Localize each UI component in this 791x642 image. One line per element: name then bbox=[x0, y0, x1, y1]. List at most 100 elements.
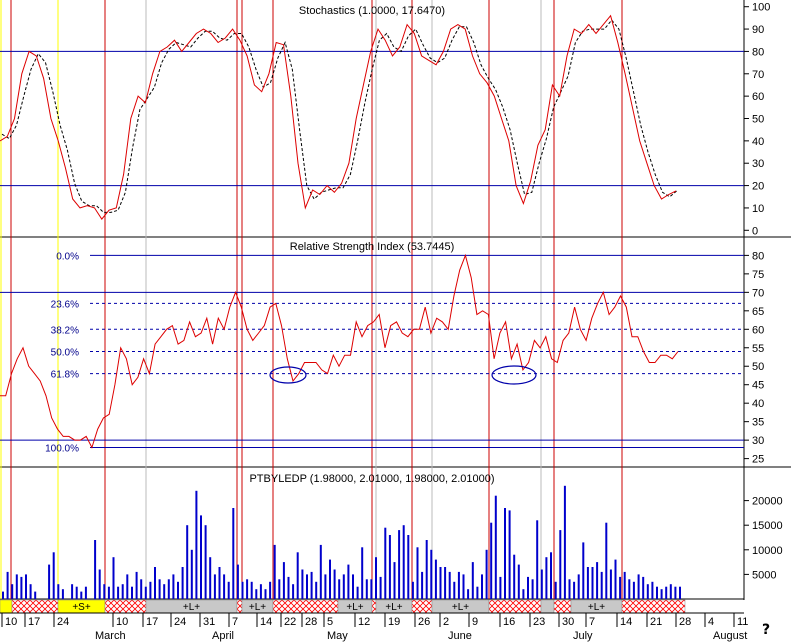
volume-bar bbox=[2, 591, 4, 599]
volume-bar bbox=[596, 562, 599, 599]
panel-frames bbox=[0, 0, 791, 600]
volume-bar bbox=[453, 581, 456, 599]
volume-bar bbox=[370, 579, 373, 599]
volume-bar bbox=[632, 581, 635, 599]
fib-label: 61.8% bbox=[51, 370, 79, 381]
date-tick-label: 19 bbox=[388, 616, 400, 628]
volume-bar bbox=[209, 557, 212, 599]
volume-bar bbox=[577, 574, 580, 599]
signal-segment bbox=[488, 599, 542, 614]
month-label: June bbox=[448, 630, 472, 642]
volume-bar bbox=[467, 589, 470, 599]
stochastic-signal-line bbox=[1, 19, 678, 213]
signal-segment bbox=[371, 599, 377, 614]
month-label: May bbox=[327, 630, 348, 642]
date-tick-label: 26 bbox=[418, 616, 430, 628]
volume-bar bbox=[301, 569, 304, 599]
date-tick-label: 17 bbox=[146, 616, 158, 628]
volume-bar bbox=[637, 574, 640, 599]
volume-bar bbox=[6, 571, 9, 599]
volume-bar bbox=[665, 586, 668, 599]
date-tick-label: 10 bbox=[116, 616, 128, 628]
volume-bar bbox=[167, 579, 170, 599]
volume-bar bbox=[218, 567, 221, 599]
signal-segment bbox=[553, 599, 572, 614]
volume-bar bbox=[75, 586, 78, 599]
date-tick-label: 24 bbox=[174, 616, 186, 628]
date-tick-label: 16 bbox=[503, 616, 515, 628]
volume-bar bbox=[273, 544, 276, 599]
y-tick-label: 50 bbox=[752, 361, 764, 373]
y-tick-label: 40 bbox=[752, 136, 764, 148]
y-tick-label: 80 bbox=[752, 46, 764, 58]
y-tick-label: 15000 bbox=[752, 520, 783, 532]
stochastic-panel: 0 10 20 30 40 50 60 70 80 90 100 Stochastics (1.00… bbox=[0, 2, 770, 237]
cycle-lines bbox=[0, 0, 623, 599]
volume-bar bbox=[131, 586, 133, 599]
volume-bar bbox=[333, 569, 336, 599]
signal-segments: +S+ +L+ +L+ +L+ +L+ +L+ +L+ bbox=[0, 599, 744, 614]
date-tick-label: 7 bbox=[232, 616, 238, 628]
volume-bar bbox=[651, 581, 654, 599]
help-icon[interactable]: ? bbox=[762, 622, 770, 638]
volume-bar bbox=[642, 576, 645, 599]
volume-bar bbox=[144, 586, 147, 599]
y-tick-label: 10000 bbox=[752, 545, 783, 557]
volume-bar bbox=[112, 557, 115, 599]
volume-bar bbox=[619, 576, 622, 599]
volume-bar bbox=[135, 571, 138, 599]
volume-bar bbox=[421, 571, 424, 599]
volume-bar bbox=[269, 581, 272, 599]
volume-title: PTBYLEDP (1.98000, 2.01000, 1.98000, 2.0… bbox=[249, 473, 494, 485]
fib-label: 38.2% bbox=[51, 325, 79, 336]
volume-bar bbox=[448, 571, 451, 599]
volume-bar bbox=[236, 564, 239, 599]
volume-bar bbox=[365, 579, 368, 599]
volume-bar bbox=[154, 567, 156, 599]
date-tick-label: 2 bbox=[443, 616, 449, 628]
volume-bar bbox=[15, 574, 18, 599]
volume-bar bbox=[379, 576, 382, 599]
volume-bar bbox=[306, 574, 308, 599]
y-tick-label: 30 bbox=[752, 435, 764, 447]
volume-bar bbox=[11, 584, 14, 599]
volume-bar bbox=[563, 485, 566, 599]
volume-bar bbox=[264, 589, 267, 599]
volume-bar bbox=[163, 584, 166, 599]
date-tick-label: 31 bbox=[203, 616, 215, 628]
rsi-panel: 25 30 35 40 45 50 55 60 65 70 75 80 0.0% 23.6% 38.2% 5… bbox=[0, 241, 764, 466]
volume-bar bbox=[517, 564, 520, 599]
y-tick-label: 55 bbox=[752, 343, 764, 355]
volume-bar bbox=[232, 508, 235, 599]
fib-label: 23.6% bbox=[51, 299, 79, 310]
volume-bar bbox=[582, 542, 585, 599]
y-tick-label: 40 bbox=[752, 398, 764, 410]
volume-bar bbox=[388, 535, 391, 599]
volume-bar bbox=[29, 584, 32, 599]
volume-bar bbox=[605, 522, 608, 599]
volume-bars bbox=[2, 485, 681, 599]
volume-bar bbox=[462, 574, 465, 599]
volume-bar bbox=[181, 567, 184, 599]
volume-bar bbox=[411, 581, 414, 599]
volume-bar bbox=[430, 549, 433, 599]
signal-segment bbox=[0, 599, 13, 614]
volume-bar bbox=[550, 552, 552, 599]
volume-y-axis: 5000 10000 15000 20000 bbox=[744, 496, 783, 581]
date-tick-label: 5 bbox=[327, 616, 333, 628]
volume-bar bbox=[540, 569, 543, 599]
volume-bar bbox=[121, 584, 124, 599]
volume-bar bbox=[531, 579, 534, 599]
volume-bar bbox=[186, 525, 189, 599]
volume-bar bbox=[48, 564, 51, 599]
volume-bar bbox=[398, 530, 401, 599]
month-label: April bbox=[212, 630, 234, 642]
fib-label: 0.0% bbox=[56, 251, 79, 262]
signal-segment bbox=[540, 599, 555, 614]
volume-bar bbox=[646, 584, 649, 599]
y-tick-label: 100 bbox=[752, 2, 770, 14]
volume-bar bbox=[425, 540, 428, 599]
volume-bar bbox=[586, 567, 589, 599]
y-tick-label: 20000 bbox=[752, 496, 783, 508]
rsi-y-axis: 25 30 35 40 45 50 55 60 65 70 75 80 bbox=[744, 250, 764, 466]
